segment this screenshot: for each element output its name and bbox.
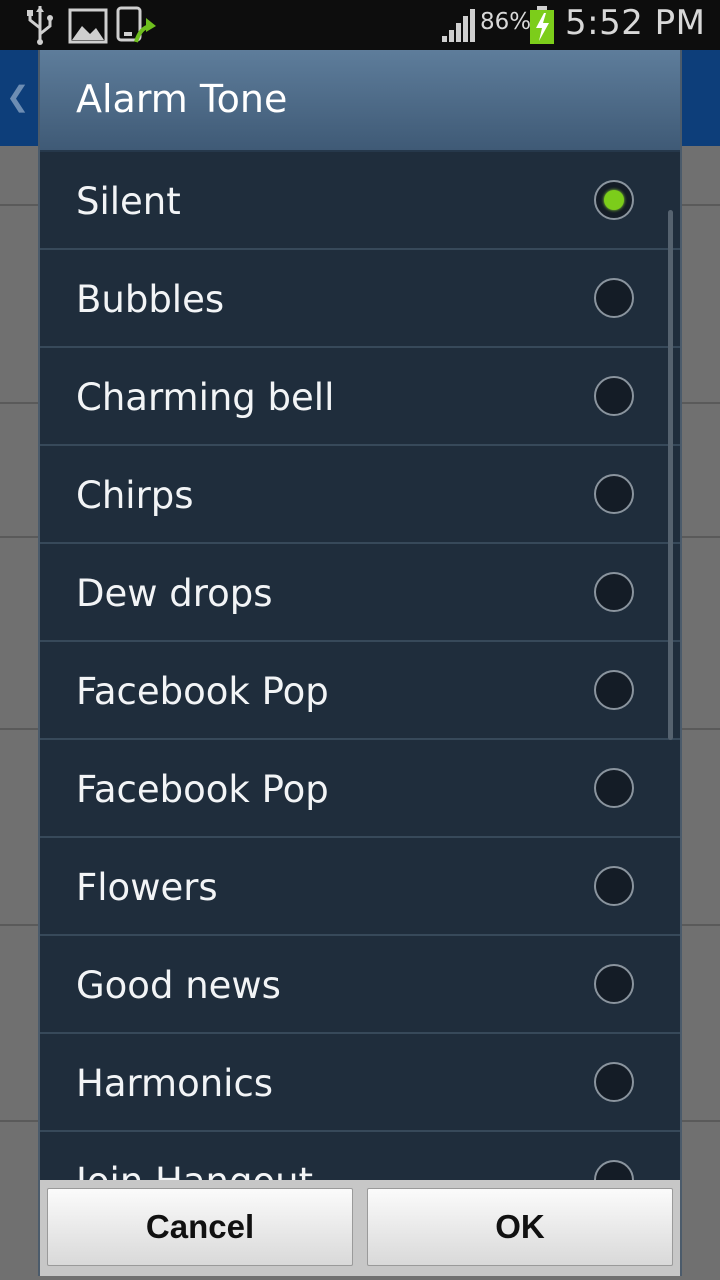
tone-label: Charming bell bbox=[76, 376, 335, 419]
radio-button[interactable] bbox=[594, 670, 634, 710]
list-item[interactable]: Flowers bbox=[40, 838, 680, 936]
dialog-header: Alarm Tone bbox=[40, 50, 680, 152]
status-bar: 86% 5:52 PM bbox=[0, 0, 720, 50]
tone-label: Bubbles bbox=[76, 278, 225, 321]
tone-label: Dew drops bbox=[76, 572, 273, 615]
tone-list[interactable]: Silent Bubbles Charming bell Chirps Dew … bbox=[40, 152, 680, 1180]
tone-label: Facebook Pop bbox=[76, 670, 329, 713]
scrollbar[interactable] bbox=[668, 210, 673, 740]
radio-button[interactable] bbox=[594, 1160, 634, 1180]
radio-button[interactable] bbox=[594, 964, 634, 1004]
signal-icon bbox=[442, 9, 475, 42]
tone-label: Good news bbox=[76, 964, 281, 1007]
radio-button[interactable] bbox=[594, 474, 634, 514]
back-icon: ❮ bbox=[6, 80, 30, 113]
tone-label: Harmonics bbox=[76, 1062, 274, 1105]
list-item[interactable]: Chirps bbox=[40, 446, 680, 544]
dialog-title: Alarm Tone bbox=[76, 77, 288, 121]
radio-button[interactable] bbox=[594, 376, 634, 416]
list-item[interactable]: Charming bell bbox=[40, 348, 680, 446]
tone-label: Flowers bbox=[76, 866, 218, 909]
ok-button[interactable]: OK bbox=[367, 1188, 673, 1266]
cancel-button[interactable]: Cancel bbox=[47, 1188, 353, 1266]
radio-selected-dot bbox=[604, 190, 624, 210]
tone-label: Join Hangout bbox=[76, 1160, 313, 1180]
radio-button[interactable] bbox=[594, 572, 634, 612]
clock: 5:52 PM bbox=[565, 3, 706, 43]
list-item[interactable]: Facebook Pop bbox=[40, 642, 680, 740]
usb-icon bbox=[27, 6, 53, 45]
gallery-icon bbox=[68, 8, 108, 44]
list-item[interactable]: Bubbles bbox=[40, 250, 680, 348]
list-item[interactable]: Good news bbox=[40, 936, 680, 1034]
sync-icon bbox=[116, 6, 156, 43]
radio-button[interactable] bbox=[594, 278, 634, 318]
radio-button[interactable] bbox=[594, 1062, 634, 1102]
battery-percent: 86% bbox=[480, 9, 532, 35]
list-item[interactable]: Facebook Pop bbox=[40, 740, 680, 838]
dialog-button-bar: Cancel OK bbox=[40, 1180, 680, 1276]
alarm-tone-dialog: Alarm Tone Silent Bubbles Charming bell … bbox=[38, 50, 682, 1276]
tone-label: Chirps bbox=[76, 474, 194, 517]
list-item[interactable]: Harmonics bbox=[40, 1034, 680, 1132]
tone-label: Silent bbox=[76, 180, 181, 223]
list-item[interactable]: Silent bbox=[40, 152, 680, 250]
tone-label: Facebook Pop bbox=[76, 768, 329, 811]
list-item[interactable]: Join Hangout bbox=[40, 1132, 680, 1180]
radio-button[interactable] bbox=[594, 768, 634, 808]
radio-button[interactable] bbox=[594, 866, 634, 906]
radio-button-selected[interactable] bbox=[594, 180, 634, 220]
list-item[interactable]: Dew drops bbox=[40, 544, 680, 642]
battery-charging-icon bbox=[530, 6, 554, 44]
